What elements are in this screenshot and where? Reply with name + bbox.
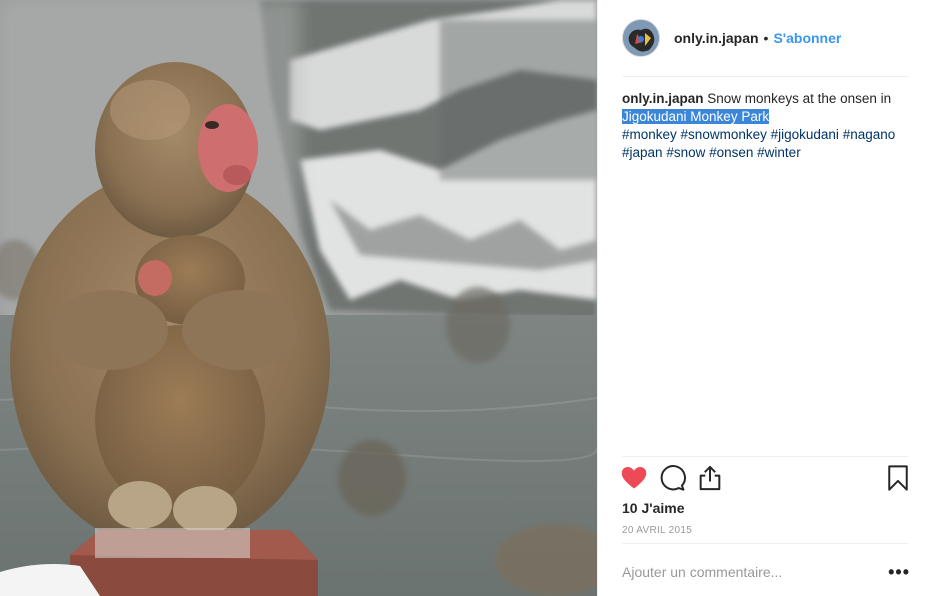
caption-text: Snow monkeys at the onsen in <box>707 91 892 106</box>
header-separator: • <box>763 30 769 46</box>
actions-divider <box>622 456 908 457</box>
comment-button[interactable] <box>658 464 686 492</box>
more-options-icon[interactable]: ••• <box>888 563 910 581</box>
hashtag-link[interactable]: #winter <box>757 145 801 160</box>
post-date: 20 AVRIL 2015 <box>622 525 693 536</box>
like-count[interactable]: 10 J'aime <box>622 500 685 516</box>
header-username[interactable]: only.in.japan <box>674 30 759 46</box>
caption-username[interactable]: only.in.japan <box>622 91 704 106</box>
share-upload-icon <box>699 465 721 491</box>
post-actions <box>620 464 912 494</box>
save-button[interactable] <box>884 464 912 492</box>
share-button[interactable] <box>696 464 724 492</box>
hashtag-link[interactable]: #nagano <box>843 127 896 142</box>
comment-input[interactable] <box>622 564 862 580</box>
post-photo[interactable] <box>0 0 597 596</box>
hashtag-link[interactable]: #snow <box>666 145 705 160</box>
hashtag-link[interactable]: #jigokudani <box>771 127 839 142</box>
hashtag-link[interactable]: #onsen <box>709 145 753 160</box>
comment-form: ••• <box>622 560 910 584</box>
post-header: only.in.japan • S'abonner <box>622 18 908 58</box>
avatar[interactable] <box>622 19 660 57</box>
snow-monkey-photo <box>0 0 597 596</box>
post-side-panel: only.in.japan • S'abonner only.in.japan … <box>597 0 925 596</box>
follow-button[interactable]: S'abonner <box>773 30 841 46</box>
hashtag-link[interactable]: #snowmonkey <box>681 127 767 142</box>
caption-location-link[interactable]: Jigokudani Monkey Park <box>622 109 770 124</box>
bookmark-icon <box>888 465 908 491</box>
post-caption: only.in.japan Snow monkeys at the onsen … <box>622 90 910 162</box>
like-button[interactable] <box>620 464 648 492</box>
speech-bubble-icon <box>660 465 686 491</box>
hashtag-link[interactable]: #monkey <box>622 127 677 142</box>
header-divider <box>622 76 908 77</box>
comment-divider <box>622 543 908 544</box>
instagram-post: only.in.japan • S'abonner only.in.japan … <box>0 0 925 596</box>
hashtag-link[interactable]: #japan <box>622 145 663 160</box>
avatar-image <box>623 20 659 56</box>
heart-filled-icon <box>621 467 647 489</box>
